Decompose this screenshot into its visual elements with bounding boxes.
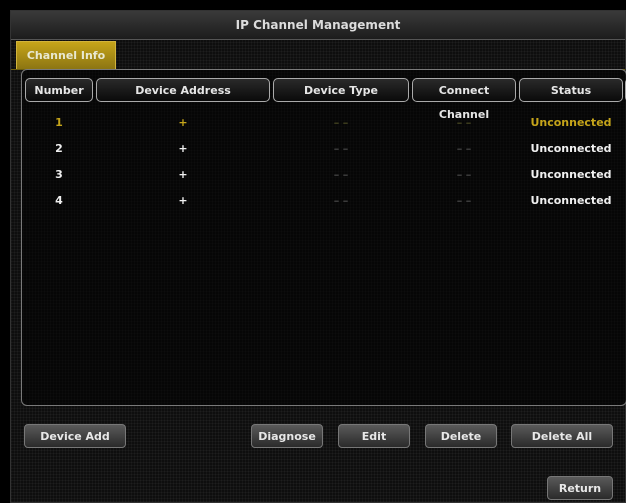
header-device-address[interactable]: Device Address [96, 78, 270, 102]
tab-channel-info[interactable]: Channel Info [16, 41, 116, 69]
delete-all-button[interactable]: Delete All [511, 424, 613, 448]
row-status: Unconnected [530, 142, 612, 155]
row-connect-channel: – – [456, 194, 472, 207]
header-status[interactable]: Status [519, 78, 623, 102]
return-button[interactable]: Return [547, 476, 613, 500]
row-connect-channel: – – [456, 168, 472, 181]
row-connect-channel: – – [456, 142, 472, 155]
row-number: 2 [55, 142, 63, 155]
row-add-device-icon[interactable]: + [96, 136, 270, 162]
table-header: Number Device Address Device Type Connec… [22, 78, 626, 121]
ip-channel-window: IP Channel Management Channel Info Numbe… [10, 10, 626, 503]
row-add-device-icon[interactable]: + [96, 162, 270, 188]
table-row[interactable]: 1 + – – – – Unconnected [22, 110, 626, 136]
row-status: Unconnected [530, 116, 612, 129]
row-number: 3 [55, 168, 63, 181]
header-device-type[interactable]: Device Type [273, 78, 409, 102]
device-add-button[interactable]: Device Add [24, 424, 126, 448]
row-device-type: – – [333, 142, 349, 155]
channel-table: Number Device Address Device Type Connec… [21, 69, 626, 406]
table-row[interactable]: 2 + – – – – Unconnected [22, 136, 626, 162]
row-device-type: – – [333, 116, 349, 129]
row-status: Unconnected [530, 194, 612, 207]
table-row[interactable]: 3 + – – – – Unconnected [22, 162, 626, 188]
row-device-type: – – [333, 168, 349, 181]
row-add-device-icon[interactable]: + [96, 110, 270, 136]
row-number: 4 [55, 194, 63, 207]
header-number[interactable]: Number [25, 78, 93, 102]
tab-strip: Channel Info [11, 39, 625, 70]
delete-button[interactable]: Delete [425, 424, 497, 448]
diagnose-button[interactable]: Diagnose [251, 424, 323, 448]
row-device-type: – – [333, 194, 349, 207]
table-row[interactable]: 4 + – – – – Unconnected [22, 188, 626, 214]
row-number: 1 [55, 116, 63, 129]
row-connect-channel: – – [456, 116, 472, 129]
row-status: Unconnected [530, 168, 612, 181]
window-title: IP Channel Management [11, 11, 625, 40]
edit-button[interactable]: Edit [338, 424, 410, 448]
row-add-device-icon[interactable]: + [96, 188, 270, 214]
header-connect-channel[interactable]: Connect Channel [412, 78, 516, 121]
